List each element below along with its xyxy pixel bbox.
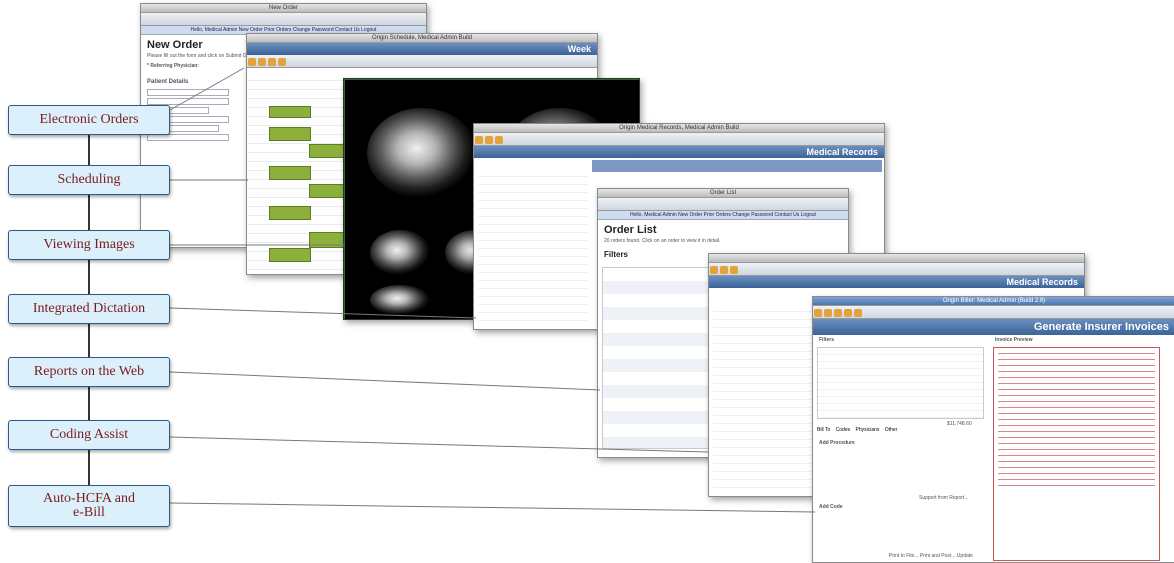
feature-integrated-dictation: Integrated Dictation bbox=[8, 294, 170, 324]
feature-reports-web: Reports on the Web bbox=[8, 357, 170, 387]
collage: New Order Hello, Medical Admin New Order… bbox=[0, 0, 1174, 563]
connector-line bbox=[169, 67, 245, 111]
feature-viewing-images: Viewing Images bbox=[8, 230, 170, 260]
connector-line bbox=[169, 436, 709, 453]
feature-auto-hcfa: Auto-HCFA and e-Bill bbox=[8, 485, 170, 527]
connector-line bbox=[169, 307, 477, 319]
feature-scheduling: Scheduling bbox=[8, 165, 170, 195]
feature-electronic-orders: Electronic Orders bbox=[8, 105, 170, 135]
connector-line bbox=[169, 371, 601, 391]
feature-coding-assist: Coding Assist bbox=[8, 420, 170, 450]
connector-lines bbox=[169, 67, 816, 513]
connector-line bbox=[169, 502, 816, 513]
